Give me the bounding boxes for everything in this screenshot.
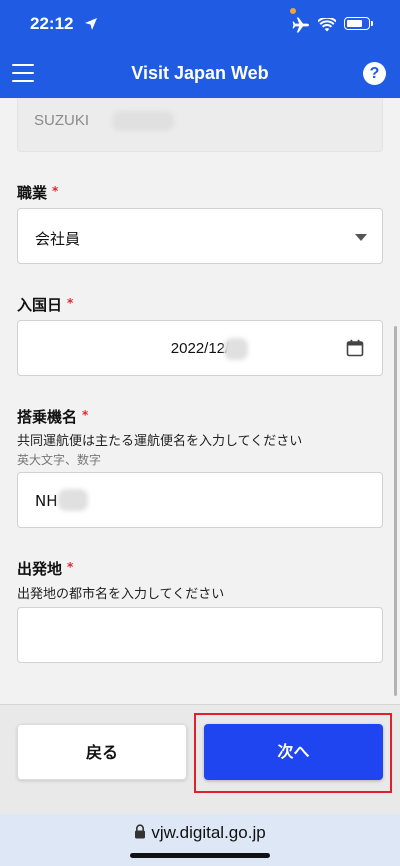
occupation-select[interactable]: 会社員 xyxy=(17,208,383,264)
browser-url-bar[interactable]: vjw.digital.go.jp xyxy=(0,814,400,866)
redacted-blur xyxy=(224,338,248,360)
page-title: Visit Japan Web xyxy=(131,63,269,83)
required-mark: * xyxy=(67,296,74,310)
chevron-down-icon xyxy=(355,234,367,241)
url-text: vjw.digital.go.jp xyxy=(151,823,266,842)
required-mark: * xyxy=(82,408,89,422)
lock-icon xyxy=(134,824,146,844)
redacted-blur xyxy=(58,489,88,511)
departure-city-input[interactable] xyxy=(17,607,383,663)
flight-number-input[interactable]: NH xyxy=(17,472,383,528)
departure-hint: 出発地の都市名を入力してください xyxy=(17,587,225,602)
form-content: SUZUKI 職業 * 会社員 入国日 * 2022/12/ 搭乗機名 * 共同運航便… xyxy=(0,98,400,704)
airplane-icon xyxy=(292,17,310,36)
home-indicator xyxy=(130,853,270,858)
flight-number-value: NH xyxy=(35,492,58,510)
recording-dot-icon xyxy=(290,8,296,14)
status-bar: 22:12 xyxy=(0,0,400,50)
location-arrow-icon xyxy=(84,16,98,35)
name-value: SUZUKI xyxy=(34,112,90,129)
back-button[interactable]: 戻る xyxy=(17,724,187,780)
battery-icon xyxy=(344,17,373,30)
app-header: Visit Japan Web ? xyxy=(0,50,400,98)
required-mark: * xyxy=(52,184,59,198)
flight-hint: 共同運航便は主たる運航便名を入力してください xyxy=(17,434,303,449)
flight-subhint: 英大文字、数字 xyxy=(17,453,102,467)
required-mark: * xyxy=(67,560,74,574)
occupation-label: 職業 * xyxy=(17,184,59,202)
occupation-value: 会社員 xyxy=(35,230,81,248)
entry-date-field[interactable]: 2022/12/ xyxy=(17,320,383,376)
name-field: SUZUKI xyxy=(17,98,383,152)
entry-date-label: 入国日 * xyxy=(17,296,74,314)
bottom-action-bar: 戻る 次へ xyxy=(0,704,400,814)
status-time: 22:12 xyxy=(30,14,74,33)
entry-date-value: 2022/12/ xyxy=(170,340,230,357)
scrollbar[interactable] xyxy=(394,326,397,696)
flight-label: 搭乗機名 * xyxy=(17,408,89,426)
help-button[interactable]: ? xyxy=(363,62,386,85)
calendar-icon[interactable] xyxy=(346,339,364,361)
wifi-icon xyxy=(317,16,337,36)
highlight-box xyxy=(194,713,392,793)
url-display[interactable]: vjw.digital.go.jp xyxy=(0,823,400,844)
departure-label: 出発地 * xyxy=(17,560,74,578)
redacted-blur xyxy=(112,111,174,131)
